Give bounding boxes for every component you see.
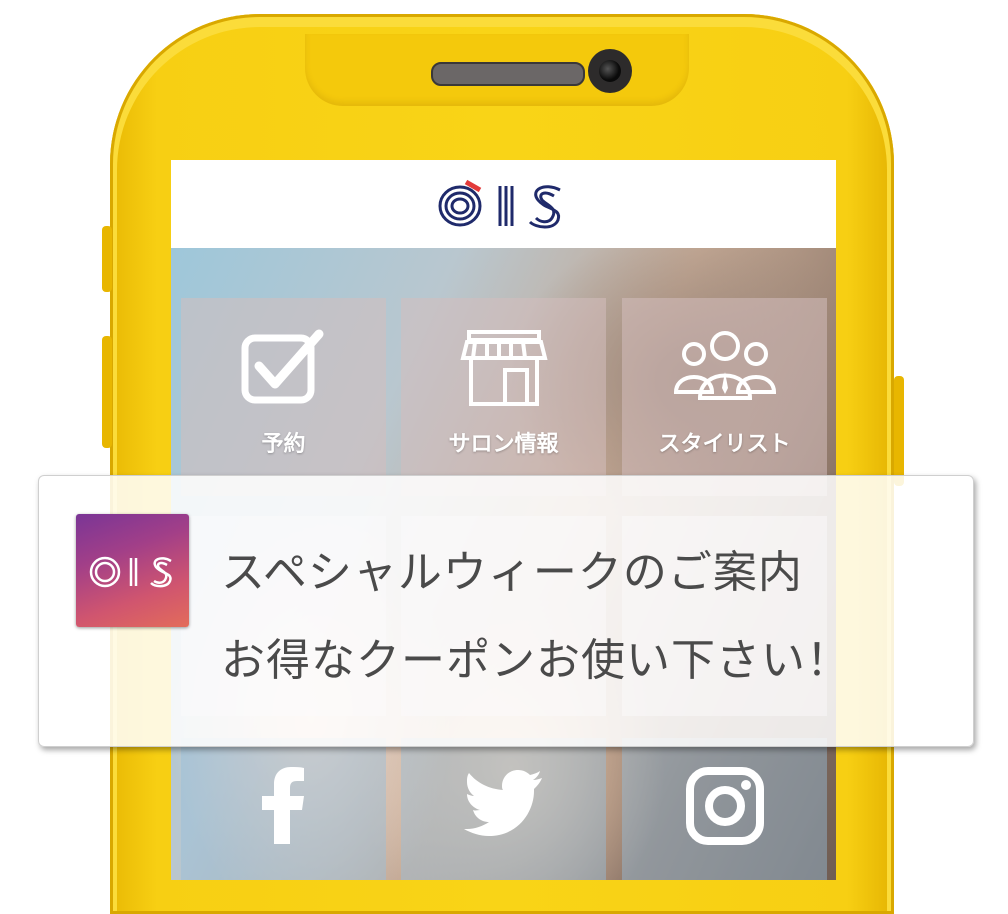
notification-body: お得なクーポンお使い下さい！	[221, 635, 851, 686]
phone-side-button-right	[894, 376, 904, 486]
menu-tile-salon-info[interactable]: サロン情報	[401, 298, 606, 496]
ois-logo-white	[89, 556, 172, 587]
push-notification[interactable]: スペシャルウィークのご案内 お得なクーポンお使い下さい！	[38, 475, 974, 747]
phone-speaker	[431, 62, 585, 86]
social-tile-facebook[interactable]	[181, 738, 386, 880]
phone-side-button-top	[102, 226, 112, 292]
people-icon	[670, 328, 780, 412]
menu-tile-label: 予約	[261, 432, 306, 457]
checkbox-icon	[239, 328, 329, 412]
ois-logo[interactable]	[434, 176, 574, 232]
menu-tile-reservation[interactable]: 予約	[181, 298, 386, 496]
phone-side-button-mid	[102, 336, 112, 448]
twitter-icon	[463, 770, 544, 840]
facebook-icon	[254, 764, 314, 848]
phone-camera	[588, 49, 632, 93]
social-tile-twitter[interactable]	[401, 738, 606, 880]
menu-tile-label: スタイリスト	[658, 432, 791, 457]
instagram-icon	[685, 766, 765, 850]
notification-app-icon	[76, 514, 189, 627]
social-tile-instagram[interactable]	[622, 738, 827, 880]
notification-title: スペシャルウィークのご案内	[221, 547, 803, 598]
app-header	[171, 160, 836, 248]
storefront-icon	[459, 328, 549, 412]
menu-tile-stylist[interactable]: スタイリスト	[622, 298, 827, 496]
menu-tile-label: サロン情報	[448, 432, 559, 457]
